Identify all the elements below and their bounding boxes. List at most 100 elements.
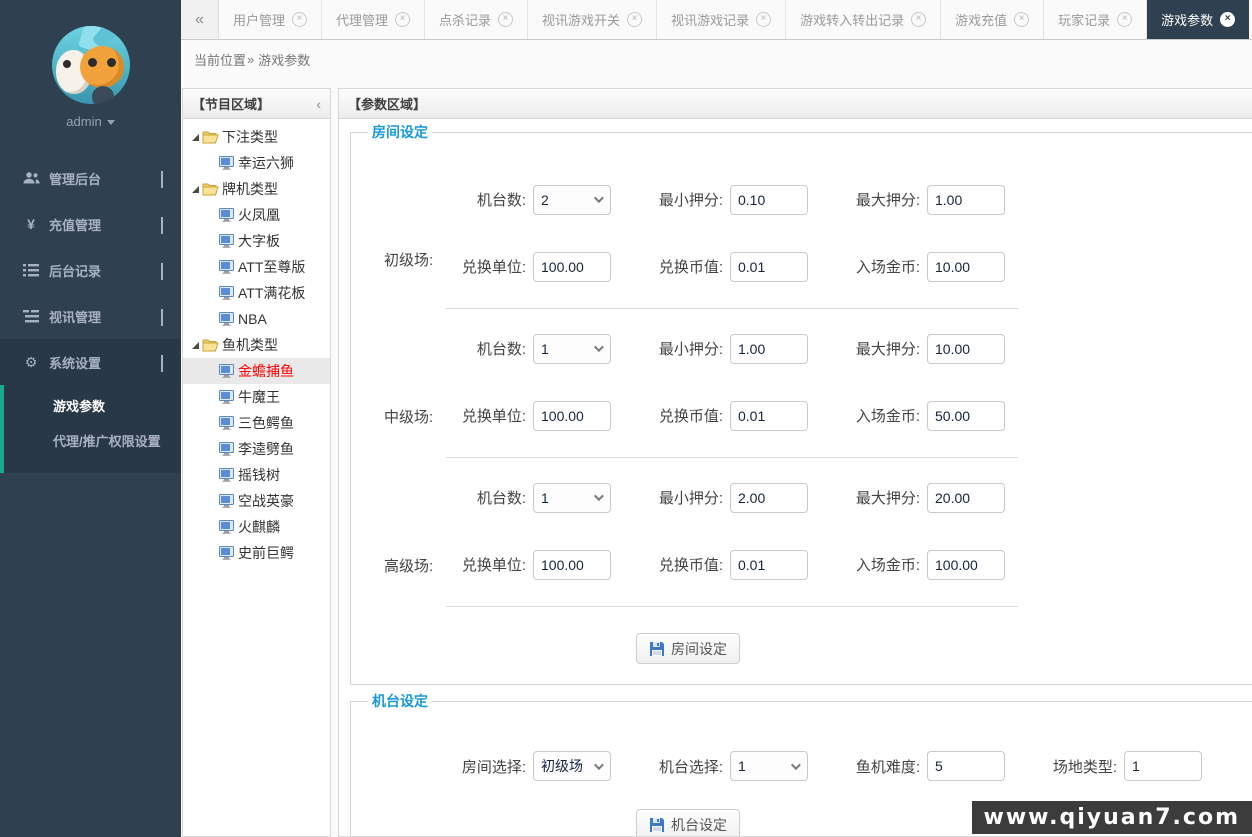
panel-collapse-icon[interactable]: ‹ xyxy=(316,96,321,112)
username-label: admin xyxy=(66,114,101,129)
tree-item-likui-fishing[interactable]: 李逵劈鱼 xyxy=(183,436,330,462)
exchange-rate-input[interactable] xyxy=(730,550,808,580)
tab-game-params[interactable]: 游戏参数× xyxy=(1147,0,1249,39)
field-type-input[interactable] xyxy=(1124,751,1202,781)
tab-agent-management[interactable]: 代理管理× xyxy=(322,0,425,39)
tree-item-att-full-flower[interactable]: ATT满花板 xyxy=(183,280,330,306)
tree-group-fish-machine[interactable]: 鱼机类型 xyxy=(183,332,330,358)
close-icon[interactable]: × xyxy=(756,12,771,27)
avatar[interactable] xyxy=(52,26,130,104)
chevron-down-icon xyxy=(594,491,604,501)
machines-select[interactable]: 1 xyxy=(533,334,611,364)
tabs-collapse-button[interactable]: « xyxy=(181,0,219,39)
folder-icon xyxy=(202,182,219,196)
tab-video-game-switch[interactable]: 视讯游戏开关× xyxy=(528,0,657,39)
max-bet-input[interactable] xyxy=(927,185,1005,215)
exchange-unit-input[interactable] xyxy=(533,252,611,282)
close-icon[interactable]: × xyxy=(395,12,410,27)
min-bet-input[interactable] xyxy=(730,334,808,364)
tree-item-tricolor-crocodile[interactable]: 三色鳄鱼 xyxy=(183,410,330,436)
room-select-label: 房间选择: xyxy=(446,756,526,777)
sidebar-item-game-params[interactable]: 游戏参数 xyxy=(4,389,181,424)
min-bet-input[interactable] xyxy=(730,483,808,513)
yen-icon: ¥ xyxy=(21,216,41,232)
tree-item-nba[interactable]: NBA xyxy=(183,306,330,332)
close-icon[interactable]: × xyxy=(1117,12,1132,27)
tab-kill-records[interactable]: 点杀记录× xyxy=(425,0,528,39)
entry-coins-input[interactable] xyxy=(927,401,1005,431)
tab-video-game-records[interactable]: 视讯游戏记录× xyxy=(657,0,786,39)
list-icon xyxy=(21,264,41,277)
tree-item-big-board[interactable]: 大字板 xyxy=(183,228,330,254)
tree-group-bet-type[interactable]: 下注类型 xyxy=(183,124,330,150)
sidebar-item-system-settings[interactable]: ⚙ 系统设置 xyxy=(0,339,181,385)
monitor-icon xyxy=(219,390,235,404)
tab-player-records[interactable]: 玩家记录× xyxy=(1044,0,1147,39)
tree-group-card-machine[interactable]: 牌机类型 xyxy=(183,176,330,202)
sidebar-item-recharge[interactable]: ¥ 充值管理 xyxy=(0,201,181,247)
param-panel-header: 【参数区域】 xyxy=(339,89,1252,119)
sidebar-item-video-management[interactable]: 视讯管理 xyxy=(0,293,181,339)
machines-label: 机台数: xyxy=(446,189,526,210)
user-menu[interactable]: admin xyxy=(0,114,181,129)
avatar-art xyxy=(92,86,114,104)
tree-item-fire-kirin[interactable]: 火麒麟 xyxy=(183,514,330,540)
tree-item-att-supreme[interactable]: ATT至尊版 xyxy=(183,254,330,280)
tree-item-money-tree[interactable]: 摇钱树 xyxy=(183,462,330,488)
max-bet-input[interactable] xyxy=(927,483,1005,513)
tree-item-fire-phoenix[interactable]: 火凤凰 xyxy=(183,202,330,228)
min-bet-input[interactable] xyxy=(730,185,808,215)
tab-user-management[interactable]: 用户管理× xyxy=(219,0,322,39)
max-bet-label: 最大押分: xyxy=(840,189,920,210)
monitor-icon xyxy=(219,416,235,430)
tab-transfer-records[interactable]: 游戏转入转出记录× xyxy=(786,0,941,39)
room-row-beginner: 初级场: 机台数: 2 最小押分: 最大押分: 兑换单位: xyxy=(446,142,1018,308)
difficulty-input[interactable] xyxy=(927,751,1005,781)
close-icon[interactable]: × xyxy=(498,12,513,27)
close-icon[interactable]: × xyxy=(1014,12,1029,27)
sidebar-item-agent-permissions[interactable]: 代理/推广权限设置 xyxy=(4,424,181,459)
room-settings-legend: 房间设定 xyxy=(368,122,432,142)
close-icon[interactable]: × xyxy=(911,12,926,27)
folder-icon xyxy=(202,338,219,352)
close-icon[interactable]: × xyxy=(1220,12,1235,27)
entry-coins-input[interactable] xyxy=(927,550,1005,580)
expander-icon[interactable] xyxy=(192,134,199,141)
machine-settings-save-button[interactable]: 机台设定 xyxy=(636,809,740,837)
tree-item-golden-toad-fishing[interactable]: 金蟾捕鱼 xyxy=(183,358,330,384)
room-row-advanced: 高级场: 机台数: 1 最小押分: 最大押分: 兑换单位: xyxy=(446,457,1018,606)
max-bet-input[interactable] xyxy=(927,334,1005,364)
sidebar-item-label: 管理后台 xyxy=(49,169,101,188)
min-bet-label: 最小押分: xyxy=(643,338,723,359)
close-icon[interactable]: × xyxy=(627,12,642,27)
expander-icon[interactable] xyxy=(192,186,199,193)
machine-select[interactable]: 1 xyxy=(730,751,808,781)
chevron-down-icon xyxy=(161,355,163,370)
machines-select[interactable]: 1 xyxy=(533,483,611,513)
sidebar-item-backend-records[interactable]: 后台记录 xyxy=(0,247,181,293)
exchange-rate-input[interactable] xyxy=(730,401,808,431)
tab-game-recharge[interactable]: 游戏充值× xyxy=(941,0,1044,39)
tree-item-bull-demon-king[interactable]: 牛魔王 xyxy=(183,384,330,410)
tree-item-prehistoric-croc[interactable]: 史前巨鳄 xyxy=(183,540,330,566)
exchange-unit-input[interactable] xyxy=(533,401,611,431)
exchange-unit-input[interactable] xyxy=(533,550,611,580)
sidebar-item-admin-backend[interactable]: 管理后台 xyxy=(0,155,181,201)
breadcrumb-label: 当前位置 xyxy=(194,50,246,69)
room-select[interactable]: 初级场 xyxy=(533,751,611,781)
tree-item-air-combat-heroes[interactable]: 空战英豪 xyxy=(183,488,330,514)
exchange-rate-input[interactable] xyxy=(730,252,808,282)
save-icon xyxy=(649,641,665,657)
chevron-left-icon xyxy=(161,309,163,324)
sidebar-item-label: 视讯管理 xyxy=(49,307,101,326)
expander-icon[interactable] xyxy=(192,342,199,349)
close-icon[interactable]: × xyxy=(292,12,307,27)
monitor-icon xyxy=(219,156,235,170)
machines-label: 机台数: xyxy=(446,487,526,508)
machines-select[interactable]: 2 xyxy=(533,185,611,215)
entry-coins-input[interactable] xyxy=(927,252,1005,282)
tree-item-lucky-lions[interactable]: 幸运六狮 xyxy=(183,150,330,176)
gears-icon: ⚙ xyxy=(21,354,41,371)
room-settings-save-button[interactable]: 房间设定 xyxy=(636,633,740,664)
param-panel: 【参数区域】 房间设定 初级场: 机台数: 2 最小押分: 最大押分: xyxy=(338,88,1252,837)
